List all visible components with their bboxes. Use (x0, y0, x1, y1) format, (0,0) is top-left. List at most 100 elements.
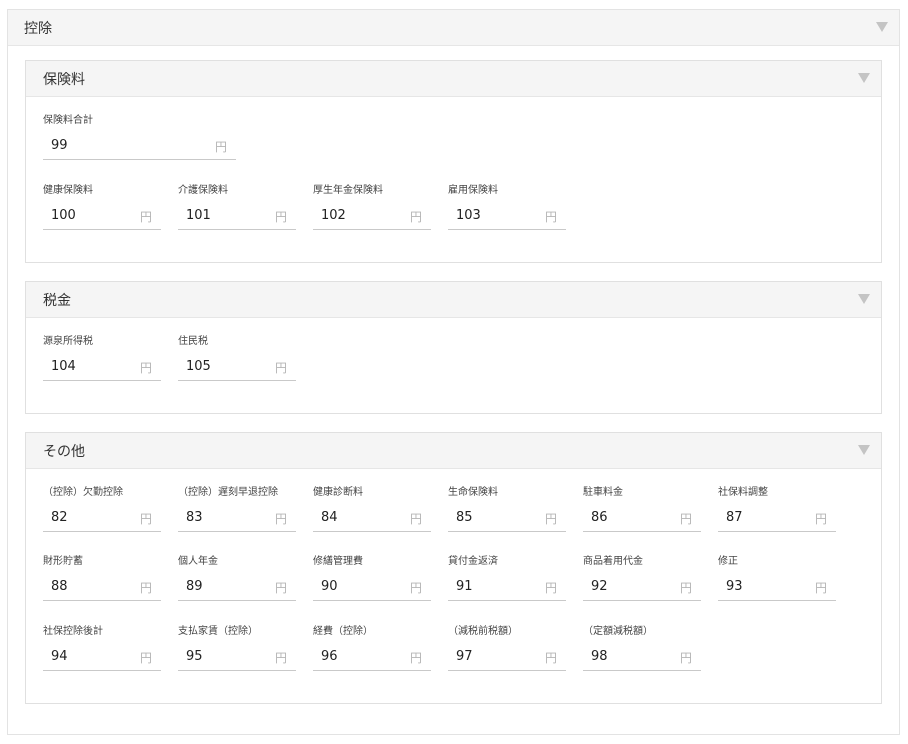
field-value: 100 (51, 208, 76, 223)
yen-unit: 円 (274, 581, 287, 595)
asset-savings-input[interactable]: 88 円 (43, 569, 161, 601)
deduction-section-header[interactable]: 控除 (8, 10, 899, 46)
field-value: 105 (186, 359, 211, 374)
field-value: 82 (51, 510, 68, 525)
late-early-deduction-input[interactable]: 83 円 (178, 500, 296, 532)
nursing-insurance-input[interactable]: 101 円 (178, 198, 296, 230)
field-value: 102 (321, 208, 346, 223)
yen-unit: 円 (544, 210, 557, 224)
withholding-tax-input[interactable]: 104 円 (43, 349, 161, 381)
field-label: （控除）欠勤控除 (43, 487, 123, 498)
yen-unit: 円 (139, 581, 152, 595)
field-label: 支払家賃（控除） (178, 626, 258, 637)
field-value: 93 (726, 579, 743, 594)
field-value: 94 (51, 649, 68, 664)
field-label: 商品着用代金 (583, 556, 643, 567)
loan-repayment-input[interactable]: 91 円 (448, 569, 566, 601)
field-label: 駐車料金 (583, 487, 623, 498)
collapse-caret-icon[interactable] (858, 73, 870, 83)
private-pension-input[interactable]: 89 円 (178, 569, 296, 601)
uniform-cost-input[interactable]: 92 円 (583, 569, 701, 601)
resident-tax-input[interactable]: 105 円 (178, 349, 296, 381)
yen-unit: 円 (679, 581, 692, 595)
field-value: 86 (591, 510, 608, 525)
field-label: 貸付金返済 (448, 556, 498, 567)
tax-panel-header[interactable]: 税金 (26, 282, 881, 318)
insurance-panel: 保険料 保険料合計 99 円 健康保険料 100 円 介護保険料 101 円 厚… (25, 60, 882, 263)
employment-insurance-input[interactable]: 103 円 (448, 198, 566, 230)
tax-panel-title: 税金 (43, 293, 71, 309)
field-label: 財形貯蓄 (43, 556, 83, 567)
field-label: 修繕管理費 (313, 556, 363, 567)
collapse-caret-icon[interactable] (858, 445, 870, 455)
field-label: 修正 (718, 556, 738, 567)
field-label: 個人年金 (178, 556, 218, 567)
tax-panel: 税金 源泉所得税 104 円 住民税 105 円 (25, 281, 882, 414)
field-value: 97 (456, 649, 473, 664)
field-label: 保険料合計 (43, 115, 93, 126)
insurance-total-input[interactable]: 99 円 (43, 128, 236, 160)
field-label: （定額減税額） (583, 626, 653, 637)
parking-fee-input[interactable]: 86 円 (583, 500, 701, 532)
repair-management-input[interactable]: 90 円 (313, 569, 431, 601)
life-insurance-input[interactable]: 85 円 (448, 500, 566, 532)
field-label: 介護保険料 (178, 185, 228, 196)
collapse-caret-icon[interactable] (876, 22, 888, 32)
field-label: 社保料調整 (718, 487, 768, 498)
field-value: 98 (591, 649, 608, 664)
yen-unit: 円 (409, 651, 422, 665)
deduction-section-title: 控除 (24, 21, 52, 37)
yen-unit: 円 (214, 140, 227, 154)
social-insurance-adjust-input[interactable]: 87 円 (718, 500, 836, 532)
rent-deduction-input[interactable]: 95 円 (178, 639, 296, 671)
other-panel-title: その他 (43, 444, 85, 460)
field-value: 87 (726, 510, 743, 525)
yen-unit: 円 (139, 361, 152, 375)
yen-unit: 円 (679, 512, 692, 526)
field-value: 84 (321, 510, 338, 525)
field-label: （減税前税額） (448, 626, 518, 637)
field-label: 住民税 (178, 336, 208, 347)
health-checkup-input[interactable]: 84 円 (313, 500, 431, 532)
field-value: 95 (186, 649, 203, 664)
yen-unit: 円 (544, 581, 557, 595)
yen-unit: 円 (544, 512, 557, 526)
field-label: 健康診断料 (313, 487, 363, 498)
field-value: 88 (51, 579, 68, 594)
expense-deduction-input[interactable]: 96 円 (313, 639, 431, 671)
field-value: 96 (321, 649, 338, 664)
yen-unit: 円 (409, 210, 422, 224)
field-value: 104 (51, 359, 76, 374)
yen-unit: 円 (274, 210, 287, 224)
yen-unit: 円 (274, 361, 287, 375)
correction-input[interactable]: 93 円 (718, 569, 836, 601)
yen-unit: 円 (814, 581, 827, 595)
field-label: 源泉所得税 (43, 336, 93, 347)
field-value: 103 (456, 208, 481, 223)
deduction-section: 控除 保険料 保険料合計 99 円 健康保険料 100 円 介護保険料 101 (7, 9, 900, 735)
other-panel: その他 （控除）欠勤控除 82 円 （控除）遅刻早退控除 83 円 健康診断料 … (25, 432, 882, 704)
field-label: 健康保険料 (43, 185, 93, 196)
field-label: 経費（控除） (313, 626, 373, 637)
field-label: 雇用保険料 (448, 185, 498, 196)
yen-unit: 円 (409, 512, 422, 526)
field-value: 85 (456, 510, 473, 525)
health-insurance-input[interactable]: 100 円 (43, 198, 161, 230)
post-social-total-input[interactable]: 94 円 (43, 639, 161, 671)
pension-insurance-input[interactable]: 102 円 (313, 198, 431, 230)
yen-unit: 円 (139, 651, 152, 665)
yen-unit: 円 (679, 651, 692, 665)
insurance-panel-header[interactable]: 保険料 (26, 61, 881, 97)
pre-reduction-tax-input[interactable]: 97 円 (448, 639, 566, 671)
collapse-caret-icon[interactable] (858, 294, 870, 304)
yen-unit: 円 (274, 651, 287, 665)
field-label: 生命保険料 (448, 487, 498, 498)
field-label: 厚生年金保険料 (313, 185, 383, 196)
absence-deduction-input[interactable]: 82 円 (43, 500, 161, 532)
yen-unit: 円 (544, 651, 557, 665)
yen-unit: 円 (139, 512, 152, 526)
other-panel-header[interactable]: その他 (26, 433, 881, 469)
yen-unit: 円 (274, 512, 287, 526)
fixed-tax-reduction-input[interactable]: 98 円 (583, 639, 701, 671)
field-value: 91 (456, 579, 473, 594)
